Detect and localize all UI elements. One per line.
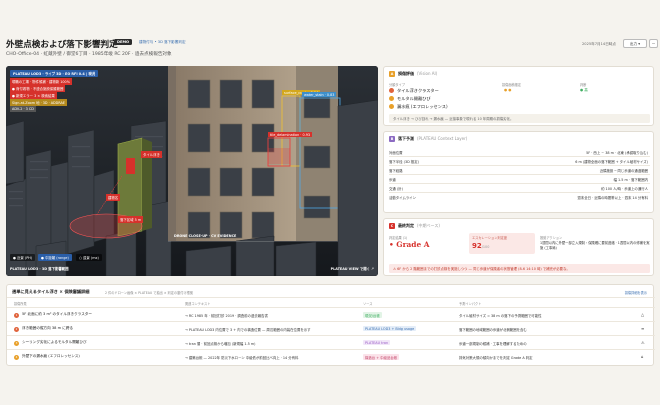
panel-b-header: B 落下予測 (PLATEAU Context Layer) — [389, 136, 468, 142]
context-cell: → PLATEAU LOD3 内位置で 3 + 内での構造位置 — 周辺範囲の内… — [185, 327, 311, 332]
impact-cell: 歩道一部規制の候補 · 工事を理解するための — [459, 341, 527, 346]
finding-cell: 3 シーリング劣化によるモルタル開離ひび — [14, 340, 87, 346]
view-control-far[interactable]: ○ 遠景 (mx) — [76, 254, 102, 261]
fall-row-label: 活動タイムライン — [389, 196, 416, 200]
damage-area: ● ● — [504, 88, 512, 92]
page-subtitle: CHO-Office-04 · 虹蔵外壁 / 御堂6丁目 · 1985年竣 RC… — [6, 52, 172, 57]
table-row[interactable]: 1 5F 北面に約 3 m² のタイル浮きクラスター → RC 1985 年 · … — [7, 307, 655, 321]
view-control-mid[interactable]: ● 中距離 (range) — [38, 254, 72, 261]
finding-cell: 2 浮き範囲の縦方向 38 m に跨る — [14, 326, 74, 332]
context-cell: → 建築台帳 — 2022年 防災下水ローン 中級低が前回比べ向上 · 14 分… — [185, 355, 299, 360]
more-button[interactable]: ··· — [649, 39, 658, 48]
export-button[interactable]: 出力 ▾ — [623, 39, 647, 48]
source-badge: PLATEAU LOD3 + Bldg usage — [363, 326, 417, 331]
score-card: エスカレーション判定度 92/100 — [469, 233, 535, 254]
col-header-source: ソース — [363, 302, 373, 306]
row-action-icon[interactable]: ⌂ — [641, 354, 644, 359]
table-row[interactable]: 3 シーリング劣化によるモルタル開離ひび → tran 層 · 前回点検から増加 … — [7, 335, 655, 349]
legend-item-1: 現職の工場 · 物件候補 · 建物新 100% — [10, 78, 72, 85]
table-row[interactable]: 4 外壁下の漏水痕 (エフロレッセンス) → 建築台帳 — 2022年 防災下水ロ… — [7, 349, 655, 363]
impact-cell: タイル破材サイズ = 38 m の落下の予測範囲で可能性 — [459, 313, 542, 318]
cv-label-stain: water_stain · 0.83 — [302, 92, 337, 97]
panel-c-header: C 最終判定 (中期ベース) — [389, 223, 440, 229]
severity-dot — [389, 88, 394, 93]
show-details-link[interactable]: 損傷詳細を表示 — [625, 290, 647, 295]
demo-badge: DEMO — [114, 39, 133, 45]
col-judge: 判断 — [580, 83, 587, 87]
city-scene-graphic — [6, 66, 378, 276]
legend-item-3: ● 新規エラー 3 × 検索結果 — [10, 92, 57, 99]
row-action-icon[interactable]: ≡ — [641, 326, 644, 331]
damage-item[interactable]: モルタル開離ひび — [389, 96, 431, 102]
severity-dot — [389, 104, 394, 109]
score-label: エスカレーション判定度 — [472, 236, 507, 240]
building-name-label: 建物名 — [106, 194, 121, 201]
fall-row-value: 約 100 人/時 · 歩道上の通行人 — [601, 187, 648, 191]
fall-prediction-panel: B 落下予測 (PLATEAU Context Layer) 対面位置 5F · 西… — [383, 131, 654, 213]
finding-cell: 1 5F 北面に約 3 m² のタイル浮きクラスター — [14, 312, 92, 318]
final-judgement-panel: C 最終判定 (中期ベース) 判定結果 (1) • Grade A エスカレーション… — [383, 218, 654, 276]
col-header-context: 関連コンテキスト — [185, 302, 211, 306]
table-title-note: 2 件のドローン画像 × PLATEAU で抽出 × 判定の裏付け根拠 — [105, 291, 194, 295]
damage-assessment-panel: A 損傷評価 (Vision AI) 分類タイプ 損傷面積推定 判断 タイル浮きクラ… — [383, 66, 654, 126]
score-value: 92/100 — [472, 242, 490, 250]
legend-item-4: Sign-at-Zoom 地 · 3D · ADDRAE — [10, 99, 67, 106]
legend-item-2: ● 商付着物 · 不連合施設保護範囲 — [10, 85, 66, 92]
col-header-impact: 予測インパクト — [459, 302, 482, 306]
alert-banner: ⚠ 6F から 2 階範囲までの打診点検を実施しつつ — 同じ歩道が保険者の状態… — [389, 264, 650, 273]
source-badge: 現況/台帳 — [363, 312, 382, 318]
fall-row-value: 近隣施設 ─ 同じ歩道の通過範囲 — [599, 169, 648, 173]
scene-footer-left: PLATEAU LOD3 · 3D 落下影響範囲 — [10, 267, 69, 271]
page-title: 外壁点検および落下影響判定 — [6, 40, 118, 50]
scene-top-label: PLATEAU LOD3 · ライブ 3D · EO RFI 0.4 | 現況 — [10, 70, 99, 77]
row-action-icon[interactable]: △ — [641, 312, 644, 317]
fall-row-label: 歩道 — [389, 178, 396, 182]
timestamp: 2025年7月14日時点 — [582, 42, 616, 46]
action-text: 1週間以内に外壁一部立入規制・保険確に要前連絡 · 1週間以内の修補を実施 (工… — [540, 241, 650, 250]
damage-item[interactable]: 漏水痕 (エフロレッセンス) — [389, 104, 448, 110]
damage-judge: ● 高 — [580, 88, 588, 92]
fall-row-label: 交通 (計) — [389, 187, 403, 191]
fall-row-label: 落下経路 — [389, 169, 403, 173]
table-title: 週単に見えるタイル浮き × 保険審議詳細 — [12, 289, 90, 294]
source-badge: 構造台 + 中級品台帳 — [363, 354, 400, 360]
tag-link[interactable]: 建物付与 • 3D 落下影響判定 — [139, 40, 186, 45]
action-label: 推奨アクション — [540, 236, 563, 240]
table-row[interactable]: 2 浮き範囲の縦方向 38 m に跨る → PLATEAU LOD3 内位置で 3… — [7, 321, 655, 335]
page-header: 外壁点検および落下影響判定 DEMO 建物付与 • 3D 落下影響判定 CHO-… — [6, 38, 658, 62]
grade-value: • Grade A — [389, 240, 430, 249]
cv-label-delam: tile_delamination · 0.93 — [268, 132, 313, 137]
fall-row-label: 対面位置 — [389, 151, 403, 155]
damage-item[interactable]: タイル浮きクラスター — [389, 88, 439, 94]
open-plateau-view-link[interactable]: PLATEAU VIEW で開く ↗ — [331, 266, 374, 271]
fall-row-value: 5F · 西上 ~ 38 m · 北東 (承認取り込む) — [586, 151, 648, 155]
plateau-3d-viewer[interactable]: PLATEAU LOD3 · ライブ 3D · EO RFI 0.4 | 現況 … — [6, 66, 378, 276]
severity-dot — [389, 96, 394, 101]
fall-row-value: 週末全日 · 近隣の時間帯以上 · 週末 14 分有料 — [577, 196, 648, 200]
panel-a-header: A 損傷評価 (Vision AI) — [389, 71, 438, 77]
cv-caption: DRONE CLOSE-UP · CV EVIDENCE — [174, 234, 237, 238]
legend-item-5: ADV-2 · 3 CD — [10, 106, 36, 112]
impact-cell: 排気対策大規の傾向かまでを判定 Grade A 判定 — [459, 355, 533, 360]
context-cell: → tran 層 · 前回点検から増加 (新規幅 1.5 m) — [185, 341, 256, 346]
col-area: 損傷面積推定 — [502, 83, 522, 87]
fall-radius-label: 落下区域 5 m — [118, 216, 144, 223]
context-cell: → RC 1985 年 · 前回打診 2019 · 調査前の過去報告書 — [185, 313, 268, 318]
fall-row-value: 6 m (建物全面の落下範囲 + タイル破材サイズ) — [575, 160, 648, 164]
fall-row-value: 幅 1.5 m · 落下範囲内 — [613, 178, 648, 182]
building-label: タイル浮き — [141, 151, 162, 158]
source-badge: PLATEAU tran — [363, 340, 391, 345]
evidence-table: 週単に見えるタイル浮き × 保険審議詳細 2 件のドローン画像 × PLATEA… — [6, 284, 655, 366]
col-header-finding: 損傷所見 — [14, 302, 27, 306]
fall-row-label: 落下半径 (3D 推定) — [389, 160, 419, 164]
damage-note: タイル浮き → ひび割れ → 漏水痕 — 近接事象で現れる 10 年周期の損傷劣… — [389, 114, 650, 123]
finding-cell: 4 外壁下の漏水痕 (エフロレッセンス) — [14, 354, 80, 360]
row-action-icon[interactable]: ⚠ — [641, 340, 645, 345]
view-control-near[interactable]: ● 近景 (PH) — [10, 254, 36, 261]
impact-cell: 落下範囲の地域範囲の歩道が北側範囲を含む — [459, 327, 527, 332]
col-type: 分類タイプ — [389, 83, 405, 87]
